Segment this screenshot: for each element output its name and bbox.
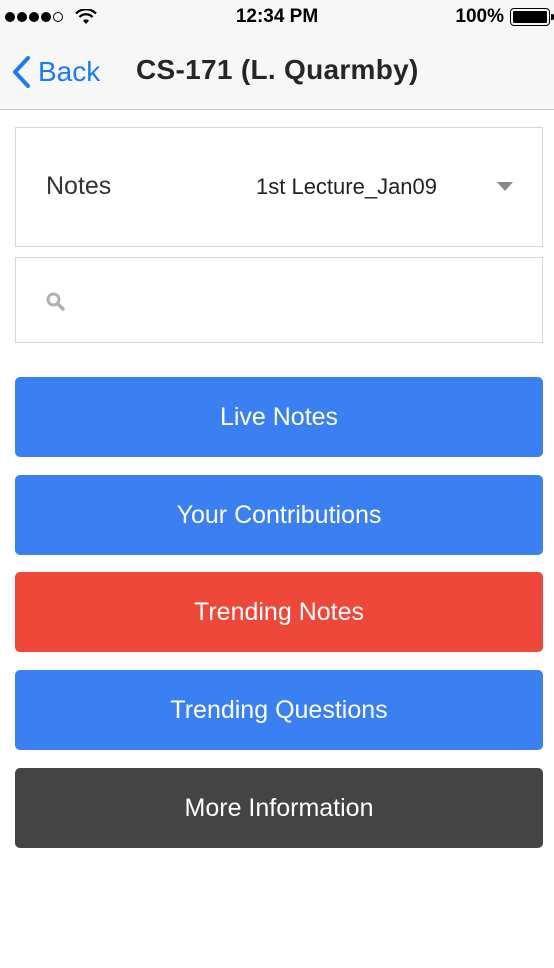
notes-selected-value: 1st Lecture_Jan09 bbox=[256, 174, 438, 199]
search-box[interactable] bbox=[15, 257, 543, 343]
battery-percentage: 100% bbox=[455, 6, 504, 27]
search-input[interactable] bbox=[80, 278, 520, 322]
status-bar: 12:34 PM 100% bbox=[0, 0, 554, 34]
trending-questions-button[interactable]: Trending Questions bbox=[15, 670, 543, 750]
page-title: CS-171 (L. Quarmby) bbox=[136, 54, 419, 85]
search-icon bbox=[46, 292, 65, 311]
back-button[interactable]: Back bbox=[10, 52, 100, 92]
back-label: Back bbox=[38, 56, 101, 87]
navigation-bar: Back CS-171 (L. Quarmby) bbox=[0, 34, 554, 110]
notes-dropdown[interactable]: Notes 1st Lecture_Jan09 bbox=[15, 127, 543, 247]
more-information-button[interactable]: More Information bbox=[15, 768, 543, 848]
chevron-left-icon bbox=[13, 56, 30, 88]
live-notes-button[interactable]: Live Notes bbox=[15, 377, 543, 457]
notes-label: Notes bbox=[46, 172, 112, 200]
your-contributions-button[interactable]: Your Contributions bbox=[15, 475, 543, 555]
battery-icon bbox=[510, 8, 554, 26]
trending-notes-button[interactable]: Trending Notes bbox=[15, 572, 543, 652]
caret-down-icon bbox=[497, 182, 513, 191]
